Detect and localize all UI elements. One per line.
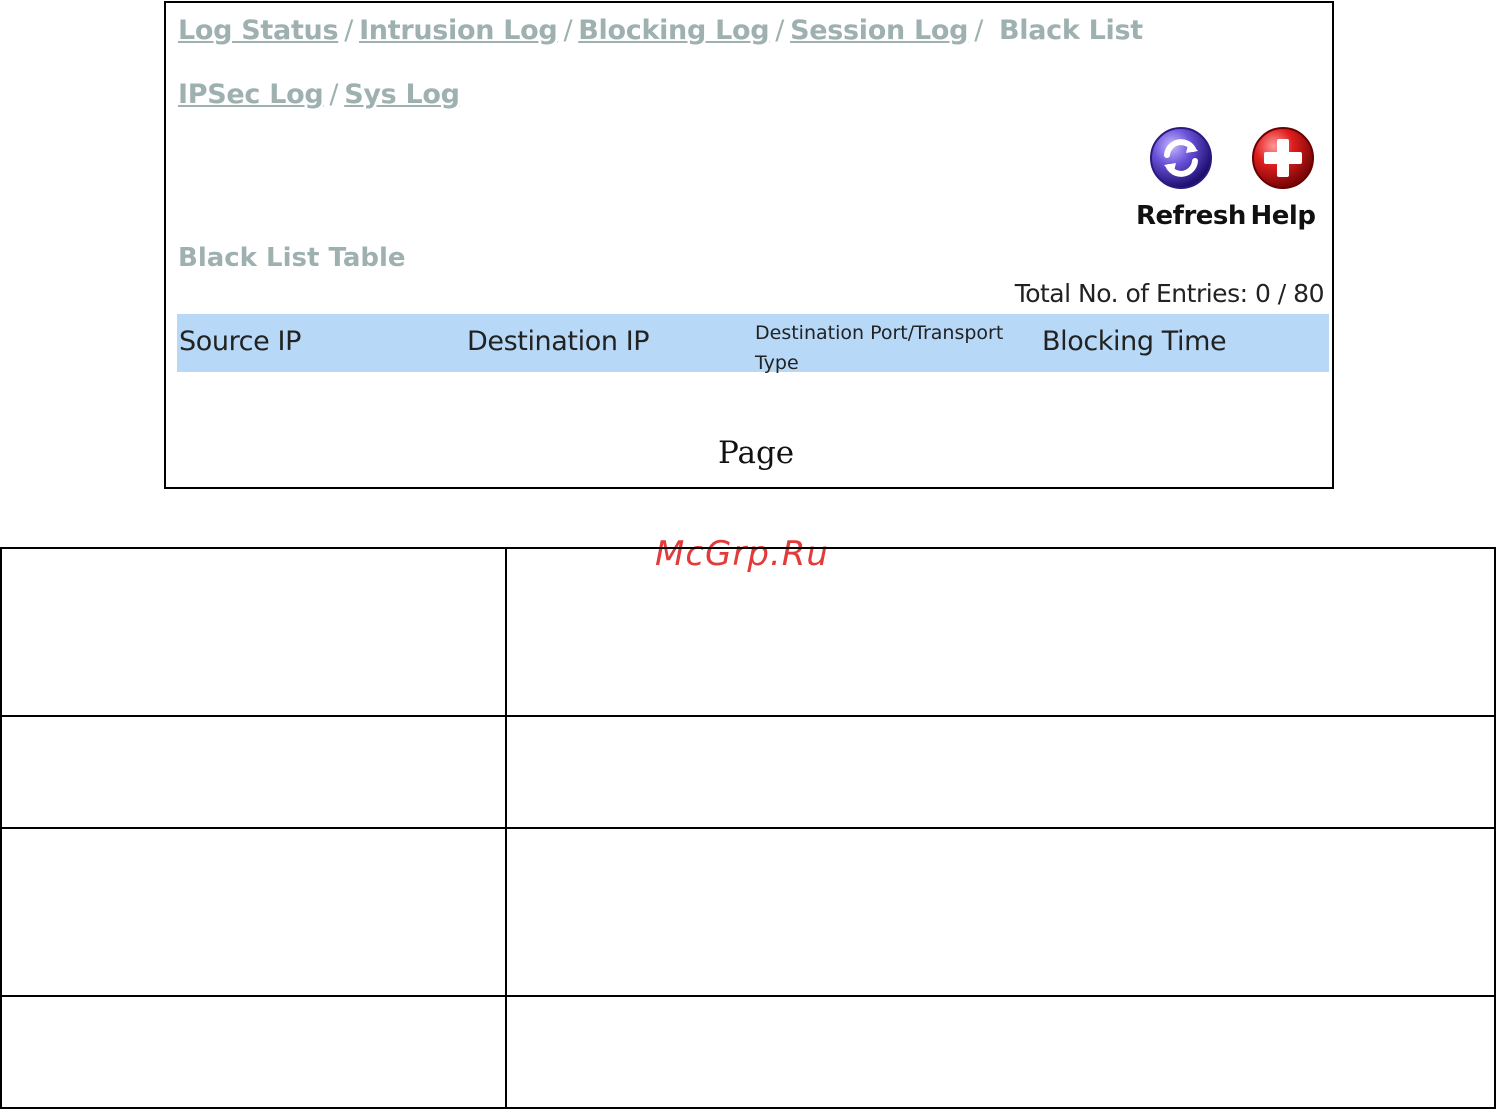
log-nav-row-1: Log Status / Intrusion Log / Blocking Log / Se… — [178, 15, 1143, 46]
nav-separator: / — [563, 15, 573, 46]
help-button[interactable]: Help — [1238, 125, 1328, 231]
table-cell — [0, 715, 507, 829]
nav-current-black-list: Black List — [998, 15, 1143, 46]
table-cell — [0, 547, 507, 717]
table-cell — [505, 827, 1496, 997]
total-entries-count: Total No. of Entries: 0 / 80 — [1014, 279, 1325, 308]
black-list-panel: Log Status / Intrusion Log / Blocking Log / Se… — [164, 1, 1334, 489]
nav-separator: / — [329, 79, 339, 110]
nav-separator: / — [974, 15, 983, 46]
table-cell — [505, 995, 1496, 1109]
refresh-icon — [1150, 127, 1212, 189]
column-header-destination-ip: Destination IP — [467, 326, 650, 357]
help-cross-icon — [1252, 127, 1314, 189]
table-cell — [505, 715, 1496, 829]
table-cell — [0, 995, 507, 1109]
nav-link-sys-log[interactable]: Sys Log — [344, 79, 460, 110]
column-header-blocking-time: Blocking Time — [1042, 326, 1227, 357]
refresh-label: Refresh — [1136, 201, 1246, 231]
nav-separator: / — [775, 15, 785, 46]
refresh-button[interactable]: Refresh — [1136, 125, 1246, 231]
nav-link-session-log[interactable]: Session Log — [790, 15, 968, 46]
column-header-destination-port: Destination Port/Transport Type — [755, 322, 1004, 374]
pager-label: Page — [718, 435, 795, 471]
help-label: Help — [1250, 201, 1316, 231]
nav-link-blocking-log[interactable]: Blocking Log — [578, 15, 769, 46]
nav-link-intrusion-log[interactable]: Intrusion Log — [359, 15, 558, 46]
table-row — [0, 547, 1496, 717]
table-row — [0, 995, 1496, 1109]
nav-link-log-status[interactable]: Log Status — [178, 15, 339, 46]
table-cell — [0, 827, 507, 997]
table-row — [0, 827, 1496, 997]
nav-separator: / — [344, 15, 354, 46]
black-list-table-title: Black List Table — [178, 243, 406, 273]
log-nav-row-2: IPSec Log / Sys Log — [178, 79, 460, 110]
column-header-source-ip: Source IP — [179, 326, 301, 357]
nav-link-ipsec-log[interactable]: IPSec Log — [178, 79, 324, 110]
black-list-table-header: Source IP Destination IP Destination Por… — [177, 314, 1329, 374]
table-cell — [505, 547, 1496, 717]
table-row — [0, 715, 1496, 829]
description-table — [0, 547, 1496, 1109]
